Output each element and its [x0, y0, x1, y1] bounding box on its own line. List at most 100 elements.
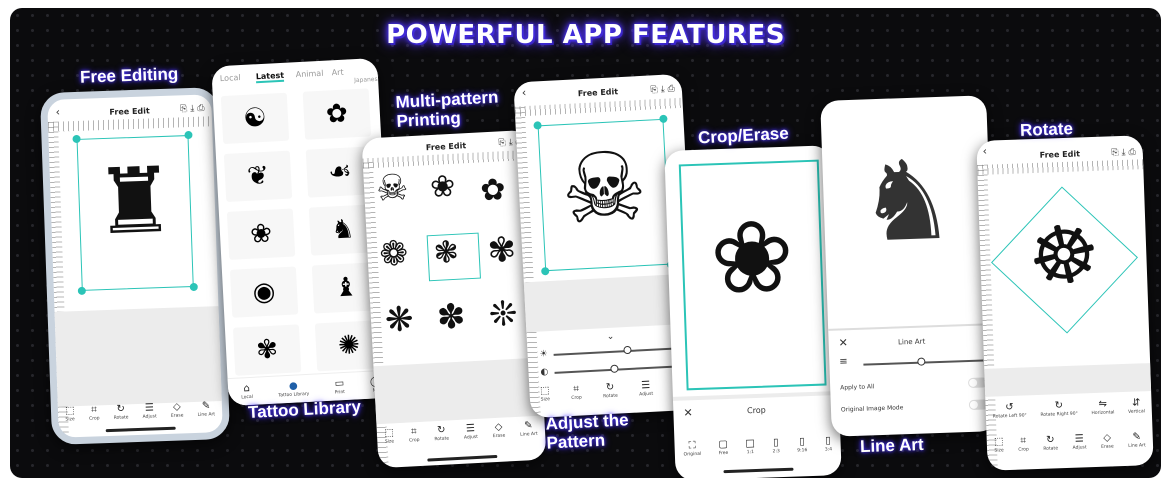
size-icon: ⬚ — [384, 427, 395, 439]
pattern-skull-crown: ☠ — [375, 167, 410, 210]
contrast-icon: ◐ — [540, 367, 549, 378]
size-icon: ⬚ — [993, 436, 1004, 448]
handle[interactable] — [541, 267, 550, 276]
pattern-flower-3: ❋ — [383, 299, 415, 341]
ruler-top — [514, 97, 683, 117]
tall-ratio-icon: ▯ — [799, 436, 805, 448]
tool-crop[interactable]: ⌗ Crop — [408, 426, 420, 443]
tool-size[interactable]: ⬚ Size — [65, 405, 75, 422]
tool-erase[interactable]: ◇Erase — [170, 401, 184, 418]
tool-erase[interactable]: ◇Erase — [1101, 432, 1114, 449]
brightness-knob[interactable] — [623, 345, 632, 355]
home-indicator — [427, 454, 498, 462]
tattoo-snake-rose[interactable]: ❀ — [226, 208, 296, 260]
phone-free-edit: ‹ Free Edit ⎘⤓⎙ ♜ ⬚ Size ⌗ Crop ↻ Rotate ☰ A… — [39, 87, 231, 445]
handle[interactable] — [659, 114, 668, 124]
tattoo-flower-branch[interactable]: ✿ — [302, 88, 372, 140]
tool-adjust[interactable]: ☰ Adjust — [638, 380, 653, 398]
tool-adjust[interactable]: ☰ Adjust — [463, 423, 478, 441]
crop-1-1[interactable]: □ 1:1 — [745, 438, 755, 455]
tab-local[interactable]: Local — [220, 73, 241, 83]
save-download-print-icons[interactable]: ⎘⤓⎙ — [1111, 147, 1139, 158]
ruler-top — [977, 159, 1144, 175]
tool-line-art[interactable]: ✎ Line Art — [1128, 431, 1146, 448]
adjust-icon: ☰ — [640, 379, 651, 392]
flip-horizontal[interactable]: ⇋ Horizontal — [1091, 398, 1114, 417]
pattern-flower-4: ✽ — [435, 296, 467, 338]
flip-vertical[interactable]: ⇵ Vertical — [1128, 397, 1145, 414]
adjust-icon: ☰ — [144, 402, 155, 414]
save-download-print-icons[interactable]: ⎘⤓⎙ — [650, 84, 678, 95]
pattern-skull-roses: ✾ — [486, 229, 518, 272]
label-free-editing: Free Editing — [79, 64, 179, 87]
nav-print[interactable]: ▭ Print — [334, 378, 345, 395]
headline: POWERFUL APP FEATURES — [386, 20, 785, 50]
tab-art[interactable]: Art — [331, 68, 343, 78]
tool-line-art[interactable]: ✎ Line Art — [519, 420, 538, 438]
crop-icon: ⌗ — [573, 383, 580, 395]
crop-icon: ⌗ — [410, 426, 417, 438]
label-multi-pattern: Multi-pattern Printing — [395, 87, 499, 131]
collapse-chevron-icon[interactable]: ⌄ — [607, 332, 615, 342]
handle[interactable] — [189, 282, 198, 292]
rotate-right-90[interactable]: ↻ Rotate Right 90° — [1040, 400, 1078, 418]
brightness-slider[interactable] — [553, 347, 674, 356]
crop-icon: ⌗ — [90, 404, 98, 416]
tattoo-butterfly[interactable]: ❦ — [223, 150, 293, 202]
crop-free[interactable]: ▢ Free — [718, 439, 728, 456]
library-icon: ● — [288, 380, 299, 392]
rotate-left-90[interactable]: ↺ Rotate Left 90° — [992, 401, 1027, 420]
tool-rotate[interactable]: ↻ Rotate — [113, 403, 129, 420]
line-art-icon: ✎ — [201, 400, 211, 412]
crop-original[interactable]: ⛶ Original — [683, 440, 702, 457]
tool-size[interactable]: ⬚ Size — [994, 436, 1004, 453]
pattern-peony: ❁ — [378, 233, 410, 275]
line-weight-icon: ≡ — [839, 356, 848, 368]
tool-crop[interactable]: ⌗ Crop — [89, 404, 100, 421]
crop-9-16[interactable]: ▯ 9:16 — [797, 436, 807, 453]
ruler-top — [47, 116, 213, 132]
tool-adjust[interactable]: ☰ Adjust — [142, 402, 157, 419]
tab-latest[interactable]: Latest — [255, 70, 285, 84]
tattoo-skeleton-flower[interactable]: ✾ — [232, 324, 302, 376]
nav-local[interactable]: ⌂ Local — [241, 383, 253, 400]
crop-3-4[interactable]: ▯ 3:4 — [824, 435, 832, 452]
size-icon: ⬚ — [539, 385, 550, 397]
tool-size[interactable]: ⬚ Size — [384, 427, 394, 444]
tool-rotate[interactable]: ↻ Rotate — [434, 424, 449, 443]
tool-line-art[interactable]: ✎ Line Art — [197, 400, 216, 417]
crop-2-3[interactable]: ▯ 2:3 — [772, 437, 779, 454]
portrait-ratio-icon: ▯ — [772, 437, 779, 449]
pattern-flower-1: ❀ — [429, 168, 457, 206]
nav-tattoo-library[interactable]: ● Tattoo Library — [278, 380, 309, 398]
original-ratio-icon: ⛶ — [688, 440, 696, 452]
adjust-icon: ☰ — [1074, 433, 1084, 445]
contrast-knob[interactable] — [610, 364, 619, 373]
phone-rotate: ‹ Free Edit ⎘⤓⎙ ☸ ↺ Rotate Left 90° ↻ Rota… — [976, 135, 1154, 471]
flip-horizontal-icon: ⇋ — [1098, 398, 1108, 410]
tool-rotate[interactable]: ↻ Rotate — [1043, 434, 1058, 451]
rotate-icon: ↻ — [116, 403, 126, 415]
rotate-right-icon: ↻ — [1054, 400, 1064, 412]
apply-to-all-label: Apply to All — [840, 383, 875, 392]
handle[interactable] — [184, 130, 193, 140]
brightness-icon: ☀ — [539, 349, 548, 360]
tool-crop[interactable]: ⌗ Crop — [1018, 435, 1029, 452]
tab-japanese[interactable]: Japanese — [354, 76, 382, 84]
handle[interactable] — [77, 286, 86, 296]
tool-erase[interactable]: ◇Erase — [492, 422, 506, 440]
phone-line-art: ♞ ✕ Line Art ≡ Apply to All Original Ima… — [820, 95, 998, 437]
tattoo-eye[interactable]: ◉ — [229, 266, 299, 318]
tab-animal[interactable]: Animal — [296, 69, 324, 79]
tool-crop[interactable]: ⌗ Crop — [571, 383, 582, 401]
tattoo-geisha[interactable]: ☯ — [220, 92, 290, 145]
print-icon: ▭ — [334, 378, 345, 390]
line-art-knob[interactable] — [917, 357, 926, 366]
free-ratio-icon: ▢ — [718, 438, 729, 451]
tool-rotate[interactable]: ↻ Rotate — [602, 382, 618, 400]
tool-adjust[interactable]: ☰ Adjust — [1072, 433, 1086, 450]
canvas-bottom — [54, 306, 222, 407]
save-download-print-icons[interactable]: ⎘⤓⎙ — [180, 103, 208, 114]
peony-artwork: ❀ — [708, 197, 796, 318]
tool-size[interactable]: ⬚ Size — [540, 385, 550, 402]
